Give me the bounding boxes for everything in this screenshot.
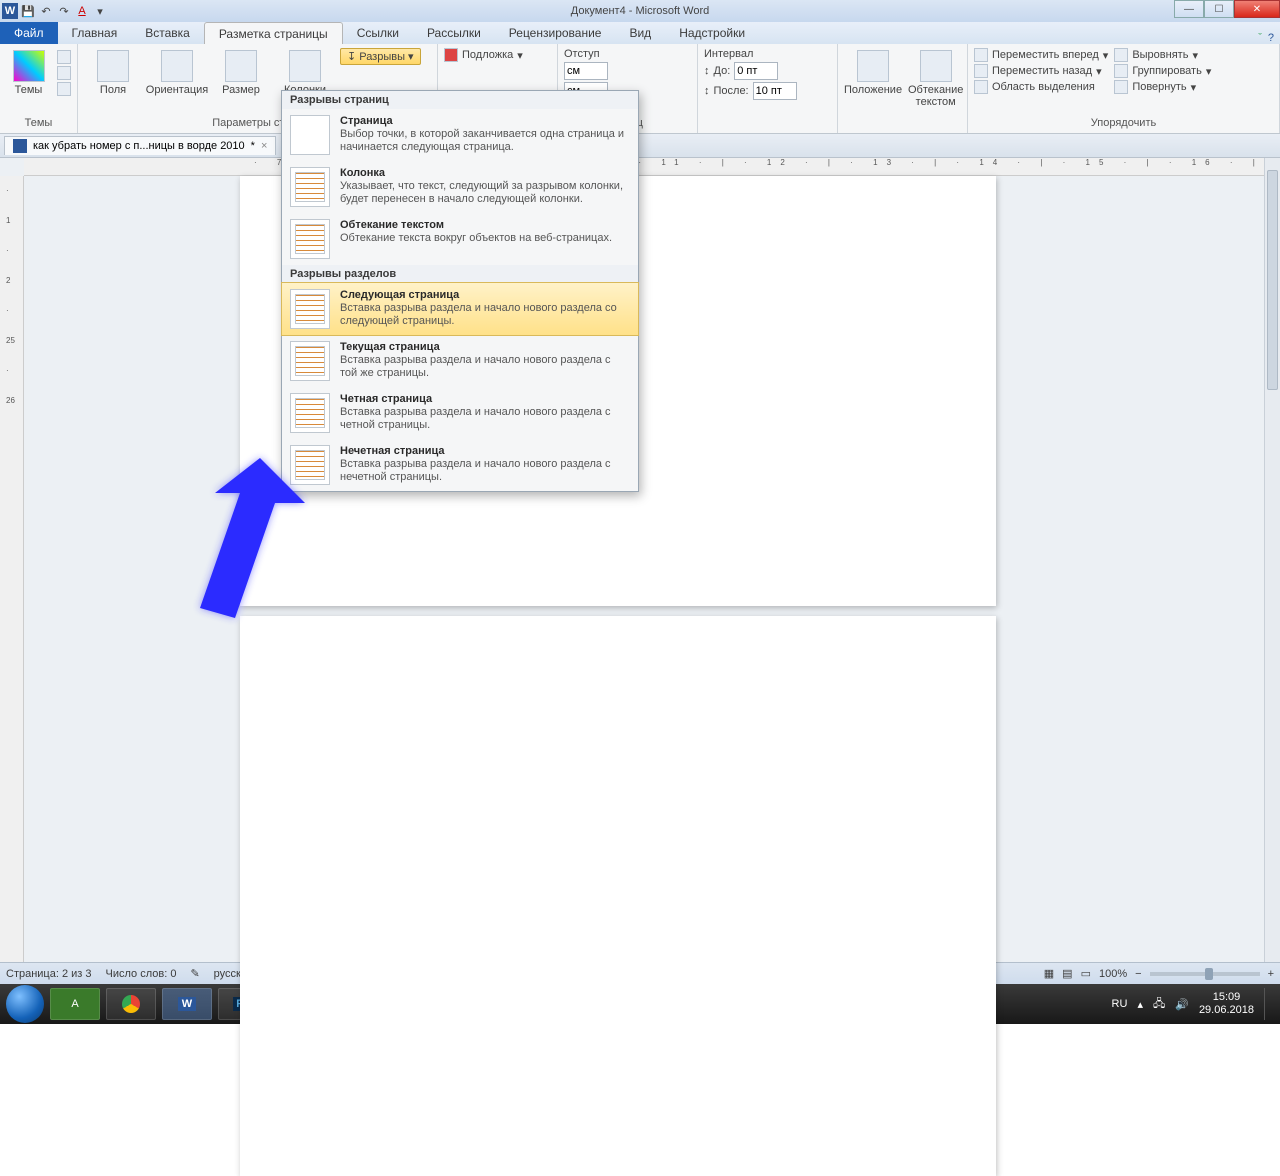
- indent-left-spinner[interactable]: [564, 62, 608, 80]
- document-tab[interactable]: как убрать номер с п...ницы в ворде 2010…: [4, 136, 276, 155]
- document-page-2[interactable]: [240, 616, 996, 1176]
- document-tab-close-icon[interactable]: ×: [261, 140, 267, 152]
- document-tab-name: как убрать номер с п...ницы в ворде 2010: [33, 140, 245, 152]
- tab-mailings[interactable]: Рассылки: [413, 22, 495, 44]
- save-icon[interactable]: 💾: [20, 3, 36, 19]
- zoom-out-button[interactable]: −: [1135, 968, 1141, 980]
- size-button[interactable]: Размер: [212, 46, 270, 96]
- taskbar-chrome[interactable]: [106, 988, 156, 1020]
- bring-forward-button[interactable]: Переместить вперед ▾: [974, 48, 1108, 62]
- vertical-scrollbar[interactable]: [1264, 158, 1280, 962]
- theme-effects-icon[interactable]: [57, 82, 71, 96]
- status-word-count[interactable]: Число слов: 0: [106, 968, 177, 980]
- workspace: · 7 · | · 8 · | · 9 · | · 10 · | · 11 · …: [0, 158, 1280, 962]
- view-print-layout-icon[interactable]: ▦: [1044, 967, 1054, 980]
- annotation-arrow: [170, 448, 310, 658]
- break-text-wrap[interactable]: Обтекание текстомОбтекание текста вокруг…: [282, 213, 638, 265]
- document-tab-strip: как убрать номер с п...ницы в ворде 2010…: [0, 134, 1280, 158]
- zoom-in-button[interactable]: +: [1268, 968, 1274, 980]
- group-button[interactable]: Группировать ▾: [1114, 64, 1211, 78]
- breaks-dropdown[interactable]: ↧Разрывы▾: [340, 48, 421, 65]
- font-color-icon[interactable]: A: [74, 3, 90, 19]
- spacing-before-spinner[interactable]: ↕ До:: [704, 62, 797, 80]
- tray-language[interactable]: RU: [1112, 998, 1128, 1010]
- start-button[interactable]: [6, 985, 44, 1023]
- break-page[interactable]: СтраницаВыбор точки, в которой заканчива…: [282, 109, 638, 161]
- section-break-even-page[interactable]: Четная страницаВставка разрыва раздела и…: [282, 387, 638, 439]
- quick-access-toolbar: W 💾 ↶ ↷ A ▾: [0, 3, 108, 19]
- tab-page-layout[interactable]: Разметка страницы: [204, 22, 343, 44]
- view-read-mode-icon[interactable]: ▤: [1062, 967, 1072, 980]
- undo-icon[interactable]: ↶: [38, 3, 54, 19]
- zoom-slider[interactable]: [1150, 972, 1260, 976]
- send-backward-button[interactable]: Переместить назад ▾: [974, 64, 1108, 78]
- title-bar: W 💾 ↶ ↷ A ▾ Документ4 - Microsoft Word —…: [0, 0, 1280, 22]
- view-web-icon[interactable]: ▭: [1081, 967, 1091, 980]
- scrollbar-thumb[interactable]: [1267, 170, 1278, 390]
- ribbon-tabs: Файл Главная Вставка Разметка страницы С…: [0, 22, 1280, 44]
- margins-button[interactable]: Поля: [84, 46, 142, 96]
- section-break-odd-page[interactable]: Нечетная страницаВставка разрыва раздела…: [282, 439, 638, 491]
- tab-insert[interactable]: Вставка: [131, 22, 204, 44]
- tab-view[interactable]: Вид: [615, 22, 665, 44]
- maximize-button[interactable]: ☐: [1204, 0, 1234, 18]
- show-desktop-button[interactable]: [1264, 988, 1274, 1020]
- document-icon: [13, 139, 27, 153]
- tab-references[interactable]: Ссылки: [343, 22, 413, 44]
- file-tab[interactable]: Файл: [0, 22, 58, 44]
- vertical-ruler[interactable]: ·1·2 ·25·26: [0, 176, 24, 962]
- ribbon: Темы Темы Поля Ориентация Размер Колонки…: [0, 44, 1280, 134]
- group-arrange-label: Упорядочить: [974, 117, 1273, 131]
- qat-more-icon[interactable]: ▾: [92, 3, 108, 19]
- group-themes-label: Темы: [6, 117, 71, 131]
- tray-network-icon[interactable]: 🖧: [1153, 995, 1165, 1014]
- taskbar-word[interactable]: W: [162, 988, 212, 1020]
- minimize-ribbon-icon[interactable]: ˇ: [1258, 32, 1262, 44]
- themes-button[interactable]: Темы: [6, 46, 51, 96]
- help-icon[interactable]: ?: [1268, 32, 1274, 44]
- tab-home[interactable]: Главная: [58, 22, 132, 44]
- horizontal-ruler[interactable]: · 7 · | · 8 · | · 9 · | · 10 · | · 11 · …: [24, 158, 1264, 176]
- section-break-continuous[interactable]: Текущая страницаВставка разрыва раздела …: [282, 335, 638, 387]
- tray-flag-icon[interactable]: ▴: [1137, 998, 1143, 1011]
- minimize-button[interactable]: —: [1174, 0, 1204, 18]
- tray-volume-icon[interactable]: 🔊: [1175, 998, 1189, 1011]
- status-proofing-icon[interactable]: ✎: [190, 967, 199, 980]
- gallery-header-section-breaks: Разрывы разделов: [282, 265, 638, 283]
- spacing-after-spinner[interactable]: ↕ После:: [704, 82, 797, 100]
- word-icon: W: [2, 3, 18, 19]
- section-break-next-page[interactable]: Следующая страницаВставка разрыва раздел…: [281, 282, 639, 336]
- interval-label: Интервал: [704, 48, 797, 60]
- theme-colors-icon[interactable]: [57, 50, 71, 64]
- gallery-header-page-breaks: Разрывы страниц: [282, 91, 638, 109]
- rotate-button[interactable]: Повернуть ▾: [1114, 80, 1211, 94]
- break-column[interactable]: КолонкаУказывает, что текст, следующий з…: [282, 161, 638, 213]
- breaks-gallery: Разрывы страниц СтраницаВыбор точки, в к…: [281, 90, 639, 492]
- selection-pane-button[interactable]: Область выделения: [974, 80, 1108, 94]
- zoom-value[interactable]: 100%: [1099, 968, 1127, 980]
- tab-review[interactable]: Рецензирование: [495, 22, 616, 44]
- watermark-button[interactable]: Подложка ▾: [444, 48, 523, 62]
- window-title: Документ4 - Microsoft Word: [571, 5, 709, 17]
- indent-label: Отступ: [564, 48, 608, 60]
- tab-addins[interactable]: Надстройки: [665, 22, 759, 44]
- columns-button[interactable]: Колонки: [276, 46, 334, 96]
- align-button[interactable]: Выровнять ▾: [1114, 48, 1211, 62]
- close-button[interactable]: ✕: [1234, 0, 1280, 18]
- text-wrap-button[interactable]: Обтекание текстом: [908, 46, 963, 108]
- orientation-button[interactable]: Ориентация: [148, 46, 206, 96]
- theme-fonts-icon[interactable]: [57, 66, 71, 80]
- redo-icon[interactable]: ↷: [56, 3, 72, 19]
- position-button[interactable]: Положение: [844, 46, 902, 96]
- status-page[interactable]: Страница: 2 из 3: [6, 968, 92, 980]
- document-dirty-indicator: *: [251, 140, 255, 152]
- taskbar-app-1[interactable]: A: [50, 988, 100, 1020]
- tray-clock[interactable]: 15:09 29.06.2018: [1199, 991, 1254, 1017]
